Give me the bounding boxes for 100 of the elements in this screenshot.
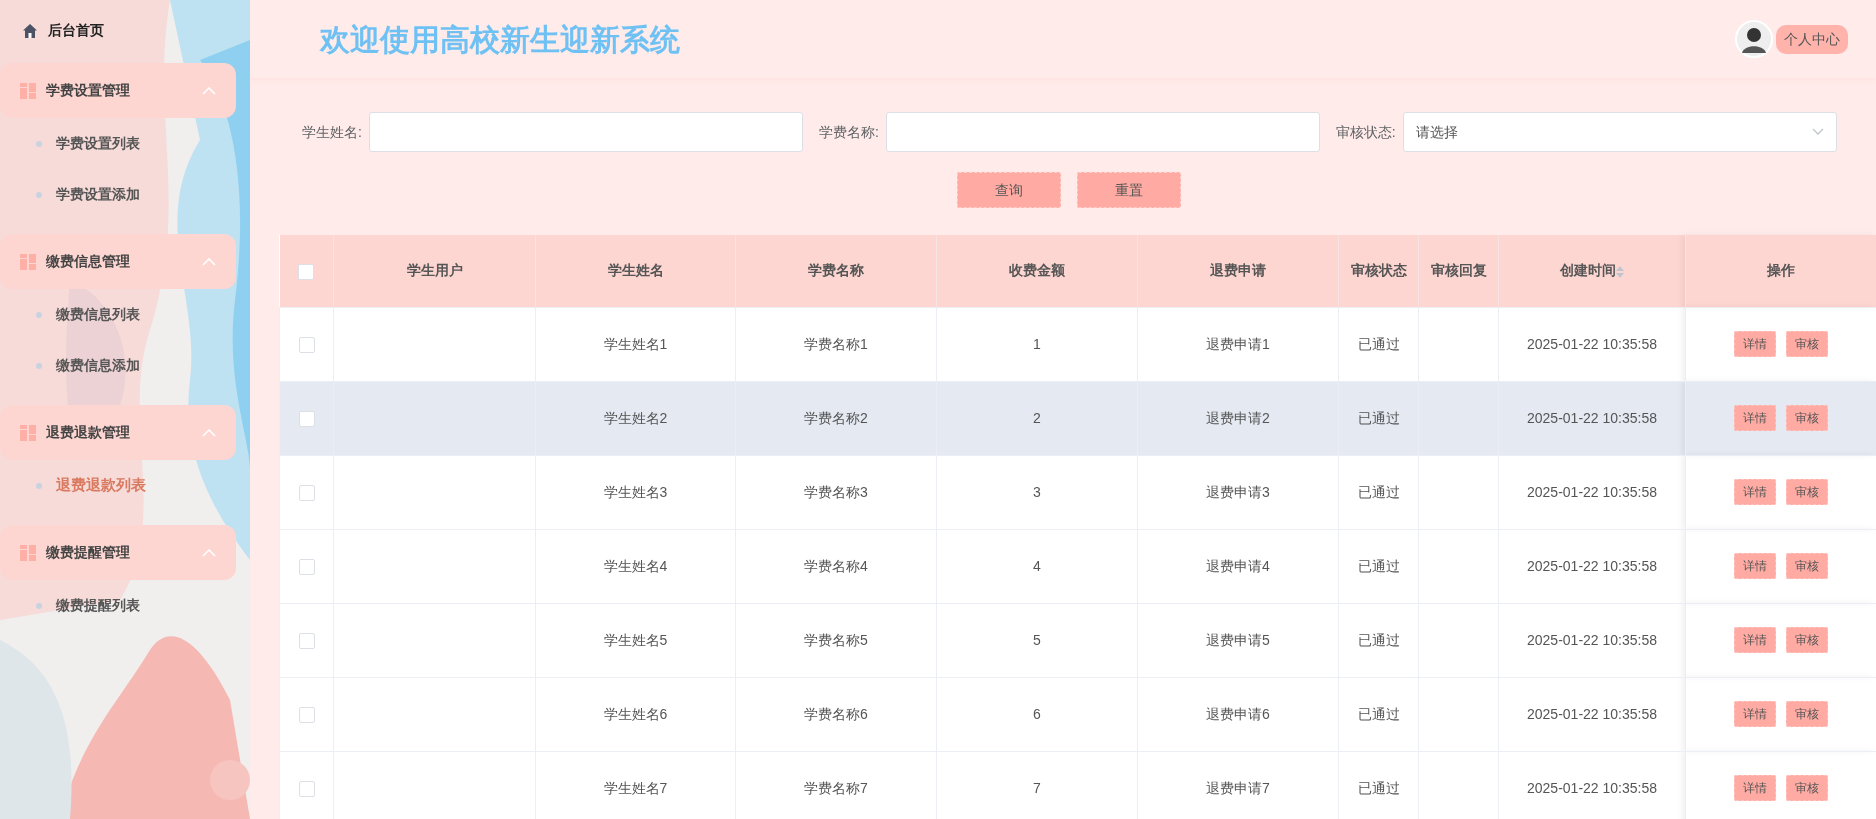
details-button[interactable]: 详情 — [1734, 331, 1776, 357]
grid-icon — [20, 424, 36, 441]
table-cell: 4 — [1033, 557, 1041, 574]
table-cell: 1 — [1033, 335, 1041, 352]
review-button[interactable]: 审核 — [1786, 479, 1828, 505]
table-cell: 已通过 — [1357, 483, 1400, 500]
page-title: 欢迎使用高校新生迎新系统 — [320, 21, 680, 58]
table-cell: 退费申请6 — [1206, 705, 1270, 722]
column-header: 审核状态 — [1350, 262, 1407, 279]
review-button[interactable]: 审核 — [1786, 701, 1828, 727]
grid-icon — [20, 544, 36, 561]
table-cell: 2 — [1033, 409, 1041, 426]
input-field[interactable] — [885, 112, 1320, 152]
table-cell: 2025-01-22 10:35:58 — [1527, 779, 1657, 796]
table-cell: 学费名称1 — [804, 335, 868, 352]
table-cell: 退费申请2 — [1206, 409, 1270, 426]
table-cell: 学费名称6 — [804, 705, 868, 722]
bullet-icon — [36, 602, 42, 609]
checkbox[interactable] — [298, 558, 315, 575]
menu-group[interactable]: 缴费提醒管理 — [0, 525, 236, 580]
status-select[interactable]: 请选择 — [1402, 112, 1837, 152]
home-icon — [22, 22, 38, 39]
table-cell: 2025-01-22 10:35:58 — [1527, 483, 1657, 500]
table-cell: 已通过 — [1357, 409, 1400, 426]
field-label: 学费名称: — [818, 122, 879, 142]
table-cell: 5 — [1033, 631, 1041, 648]
chevron-icon — [202, 428, 216, 437]
checkbox[interactable] — [298, 780, 315, 797]
checkbox[interactable] — [298, 263, 315, 280]
table-cell: 学生姓名7 — [603, 779, 668, 796]
table-cell: 学生姓名4 — [603, 557, 668, 574]
bullet-icon — [36, 140, 42, 147]
table-cell: 已通过 — [1357, 557, 1400, 574]
table-cell: 学生姓名6 — [603, 705, 668, 722]
review-button[interactable]: 审核 — [1786, 553, 1828, 579]
menu-item[interactable]: 缴费信息列表 — [56, 304, 140, 325]
review-button[interactable]: 审核 — [1786, 775, 1828, 801]
column-header: 审核回复 — [1430, 262, 1487, 279]
menu-item[interactable]: 退费退款列表 — [56, 474, 146, 497]
chevron-icon — [202, 86, 216, 95]
table-cell: 2025-01-22 10:35:58 — [1527, 335, 1657, 352]
menu-group[interactable]: 退费退款管理 — [0, 405, 236, 460]
chevron-icon — [202, 548, 216, 557]
grid-icon — [20, 82, 36, 99]
table-cell: 退费申请4 — [1206, 557, 1270, 574]
chevron-icon — [202, 257, 216, 266]
review-button[interactable]: 审核 — [1786, 331, 1828, 357]
table-cell: 已通过 — [1357, 335, 1400, 352]
table-cell: 2025-01-22 10:35:58 — [1527, 631, 1657, 648]
table-cell: 学生姓名2 — [603, 409, 668, 426]
avatar[interactable] — [1734, 20, 1773, 58]
review-button[interactable]: 审核 — [1786, 405, 1828, 431]
table-cell: 退费申请5 — [1206, 631, 1270, 648]
details-button[interactable]: 详情 — [1734, 775, 1776, 801]
table-cell: 学费名称7 — [804, 779, 868, 796]
field-label: 审核状态: — [1335, 122, 1396, 142]
column-header: 创建时间 — [1560, 262, 1616, 279]
review-button[interactable]: 审核 — [1786, 627, 1828, 653]
details-button[interactable]: 详情 — [1734, 479, 1776, 505]
table-cell: 学费名称2 — [804, 409, 868, 426]
checkbox[interactable] — [298, 706, 315, 723]
table-cell: 退费申请1 — [1206, 335, 1270, 352]
sort-icon — [1616, 265, 1624, 278]
grid-icon — [20, 253, 36, 270]
home-link[interactable]: 后台首页 — [48, 20, 104, 41]
bullet-icon — [36, 191, 42, 198]
search-button[interactable]: 重置 — [1077, 172, 1181, 208]
details-button[interactable]: 详情 — [1734, 701, 1776, 727]
table-cell: 3 — [1033, 483, 1041, 500]
menu-group[interactable]: 学费设置管理 — [0, 63, 236, 118]
table-cell: 已通过 — [1357, 779, 1400, 796]
checkbox[interactable] — [298, 336, 315, 353]
menu-item[interactable]: 学费设置添加 — [56, 184, 140, 205]
personal-center-button[interactable]: 个人中心 — [1776, 24, 1848, 54]
menu-item[interactable]: 缴费信息添加 — [56, 355, 140, 376]
search-button[interactable]: 查询 — [957, 172, 1061, 208]
column-header: 学费名称 — [808, 262, 864, 279]
table-cell: 已通过 — [1357, 631, 1400, 648]
details-button[interactable]: 详情 — [1734, 627, 1776, 653]
details-button[interactable]: 详情 — [1734, 405, 1776, 431]
menu-item[interactable]: 缴费提醒列表 — [56, 595, 140, 616]
table-cell: 6 — [1033, 705, 1041, 722]
bullet-icon — [36, 482, 42, 489]
table-cell: 2025-01-22 10:35:58 — [1527, 705, 1657, 722]
bullet-icon — [36, 362, 42, 369]
table-cell: 学费名称5 — [804, 631, 868, 648]
table-cell: 学生姓名3 — [603, 483, 668, 500]
table-cell: 已通过 — [1357, 705, 1400, 722]
table-cell: 2025-01-22 10:35:58 — [1527, 557, 1657, 574]
column-header: 学生姓名 — [607, 262, 664, 279]
input-field[interactable] — [368, 112, 803, 152]
checkbox[interactable] — [298, 632, 315, 649]
table-cell: 学费名称4 — [804, 557, 868, 574]
menu-group[interactable]: 缴费信息管理 — [0, 234, 236, 289]
checkbox[interactable] — [298, 410, 315, 427]
table-cell: 学生姓名1 — [603, 335, 668, 352]
details-button[interactable]: 详情 — [1734, 553, 1776, 579]
table-cell: 2025-01-22 10:35:58 — [1527, 409, 1657, 426]
checkbox[interactable] — [298, 484, 315, 501]
menu-item[interactable]: 学费设置列表 — [56, 133, 140, 154]
